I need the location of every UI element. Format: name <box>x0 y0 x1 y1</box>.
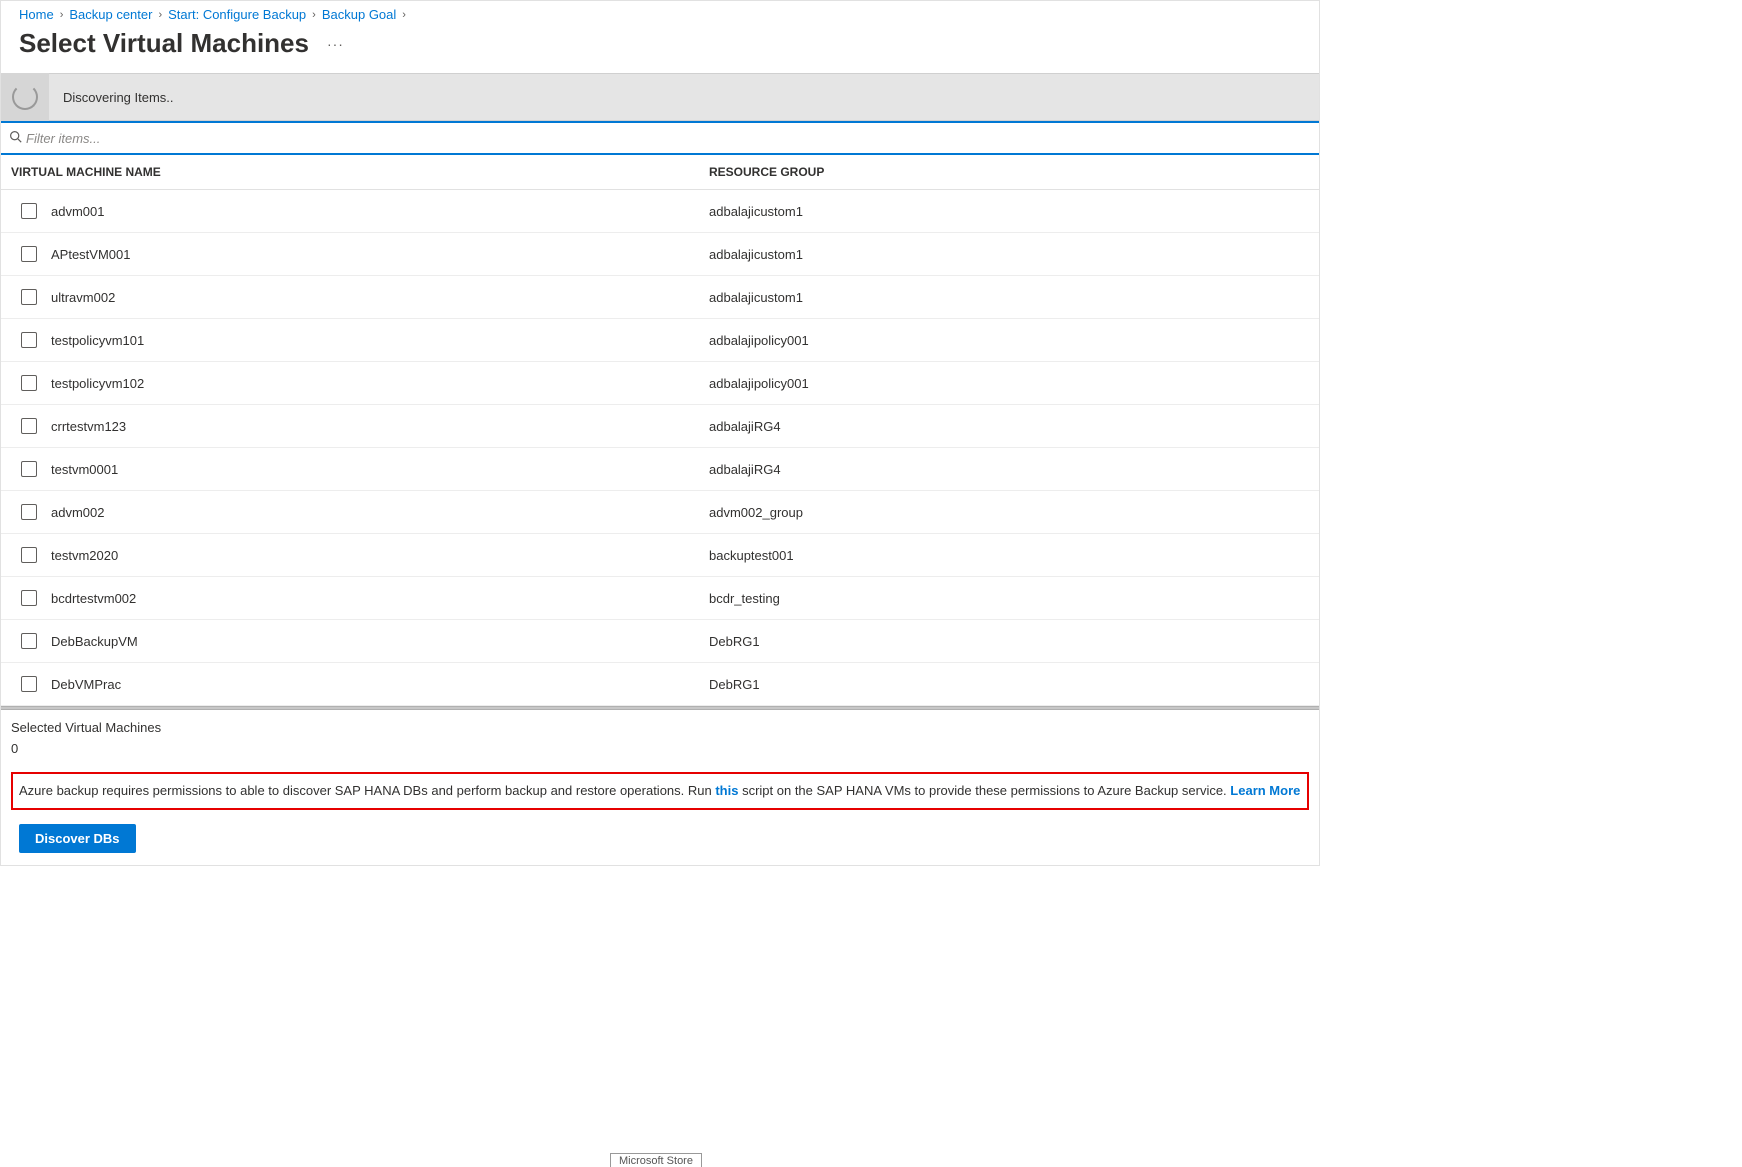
status-bar: Discovering Items.. <box>1 73 1319 121</box>
vm-rg-cell: adbalajiRG4 <box>709 419 1309 434</box>
more-actions-button[interactable]: ··· <box>327 36 344 52</box>
vm-name-cell: DebBackupVM <box>51 634 709 649</box>
table-header: VIRTUAL MACHINE NAME RESOURCE GROUP <box>1 155 1319 190</box>
search-icon <box>9 130 22 146</box>
permissions-callout: Azure backup requires permissions to abl… <box>11 772 1309 810</box>
filter-input[interactable] <box>26 131 1311 146</box>
vm-name-cell: DebVMPrac <box>51 677 709 692</box>
table-row[interactable]: ultravm002adbalajicustom1 <box>1 276 1319 319</box>
chevron-right-icon: › <box>312 9 316 21</box>
spinner-icon <box>12 84 38 110</box>
vm-rg-cell: adbalajipolicy001 <box>709 333 1309 348</box>
chevron-right-icon: › <box>402 9 406 21</box>
vm-rg-cell: DebRG1 <box>709 677 1309 692</box>
vm-checkbox[interactable] <box>21 590 37 606</box>
table-row[interactable]: testvm0001adbalajiRG4 <box>1 448 1319 491</box>
vm-rg-cell: adbalajiRG4 <box>709 462 1309 477</box>
vm-name-cell: ultravm002 <box>51 290 709 305</box>
column-vm-name: VIRTUAL MACHINE NAME <box>11 165 709 179</box>
page-title: Select Virtual Machines <box>19 28 309 59</box>
vm-checkbox[interactable] <box>21 289 37 305</box>
vm-rg-cell: adbalajicustom1 <box>709 247 1309 262</box>
chevron-right-icon: › <box>60 9 64 21</box>
table-row[interactable]: DebVMPracDebRG1 <box>1 663 1319 706</box>
vm-rg-cell: DebRG1 <box>709 634 1309 649</box>
breadcrumb-backup-goal[interactable]: Backup Goal <box>322 7 396 22</box>
table-row[interactable]: crrtestvm123adbalajiRG4 <box>1 405 1319 448</box>
table-row[interactable]: DebBackupVMDebRG1 <box>1 620 1319 663</box>
breadcrumb: Home › Backup center › Start: Configure … <box>1 1 1319 24</box>
selected-count: 0 <box>11 741 1309 756</box>
status-text: Discovering Items.. <box>49 90 174 105</box>
vm-name-cell: advm001 <box>51 204 709 219</box>
vm-name-cell: APtestVM001 <box>51 247 709 262</box>
vm-name-cell: advm002 <box>51 505 709 520</box>
vm-name-cell: testpolicyvm101 <box>51 333 709 348</box>
table-row[interactable]: testvm2020backuptest001 <box>1 534 1319 577</box>
vm-checkbox[interactable] <box>21 633 37 649</box>
vm-rg-cell: advm002_group <box>709 505 1309 520</box>
vm-rg-cell: bcdr_testing <box>709 591 1309 606</box>
breadcrumb-configure-backup[interactable]: Start: Configure Backup <box>168 7 306 22</box>
vm-name-cell: testvm2020 <box>51 548 709 563</box>
vm-name-cell: crrtestvm123 <box>51 419 709 434</box>
discover-dbs-button[interactable]: Discover DBs <box>19 824 136 853</box>
vm-list: advm001adbalajicustom1APtestVM001adbalaj… <box>1 190 1319 706</box>
spinner-container <box>1 73 49 121</box>
vm-name-cell: testvm0001 <box>51 462 709 477</box>
vm-checkbox[interactable] <box>21 461 37 477</box>
vm-rg-cell: backuptest001 <box>709 548 1309 563</box>
callout-text-prefix: Azure backup requires permissions to abl… <box>19 783 715 798</box>
vm-checkbox[interactable] <box>21 676 37 692</box>
script-link[interactable]: this <box>715 783 738 798</box>
chevron-right-icon: › <box>158 9 162 21</box>
selected-label: Selected Virtual Machines <box>11 720 1309 735</box>
breadcrumb-home[interactable]: Home <box>19 7 54 22</box>
vm-checkbox[interactable] <box>21 332 37 348</box>
learn-more-link[interactable]: Learn More <box>1230 783 1300 798</box>
vm-checkbox[interactable] <box>21 375 37 391</box>
table-row[interactable]: advm002advm002_group <box>1 491 1319 534</box>
column-resource-group: RESOURCE GROUP <box>709 165 1309 179</box>
vm-name-cell: bcdrtestvm002 <box>51 591 709 606</box>
vm-checkbox[interactable] <box>21 246 37 262</box>
vm-checkbox[interactable] <box>21 504 37 520</box>
table-row[interactable]: testpolicyvm101adbalajipolicy001 <box>1 319 1319 362</box>
table-row[interactable]: advm001adbalajicustom1 <box>1 190 1319 233</box>
breadcrumb-backup-center[interactable]: Backup center <box>69 7 152 22</box>
table-row[interactable]: APtestVM001adbalajicustom1 <box>1 233 1319 276</box>
table-row[interactable]: testpolicyvm102adbalajipolicy001 <box>1 362 1319 405</box>
vm-checkbox[interactable] <box>21 547 37 563</box>
selected-summary: Selected Virtual Machines 0 <box>1 710 1319 764</box>
vm-checkbox[interactable] <box>21 203 37 219</box>
vm-name-cell: testpolicyvm102 <box>51 376 709 391</box>
vm-rg-cell: adbalajicustom1 <box>709 290 1309 305</box>
vm-rg-cell: adbalajicustom1 <box>709 204 1309 219</box>
vm-rg-cell: adbalajipolicy001 <box>709 376 1309 391</box>
taskbar-store-hint: Microsoft Store <box>610 1153 702 1167</box>
callout-text-suffix: script on the SAP HANA VMs to provide th… <box>738 783 1230 798</box>
table-row[interactable]: bcdrtestvm002bcdr_testing <box>1 577 1319 620</box>
vm-checkbox[interactable] <box>21 418 37 434</box>
filter-container <box>1 121 1319 155</box>
